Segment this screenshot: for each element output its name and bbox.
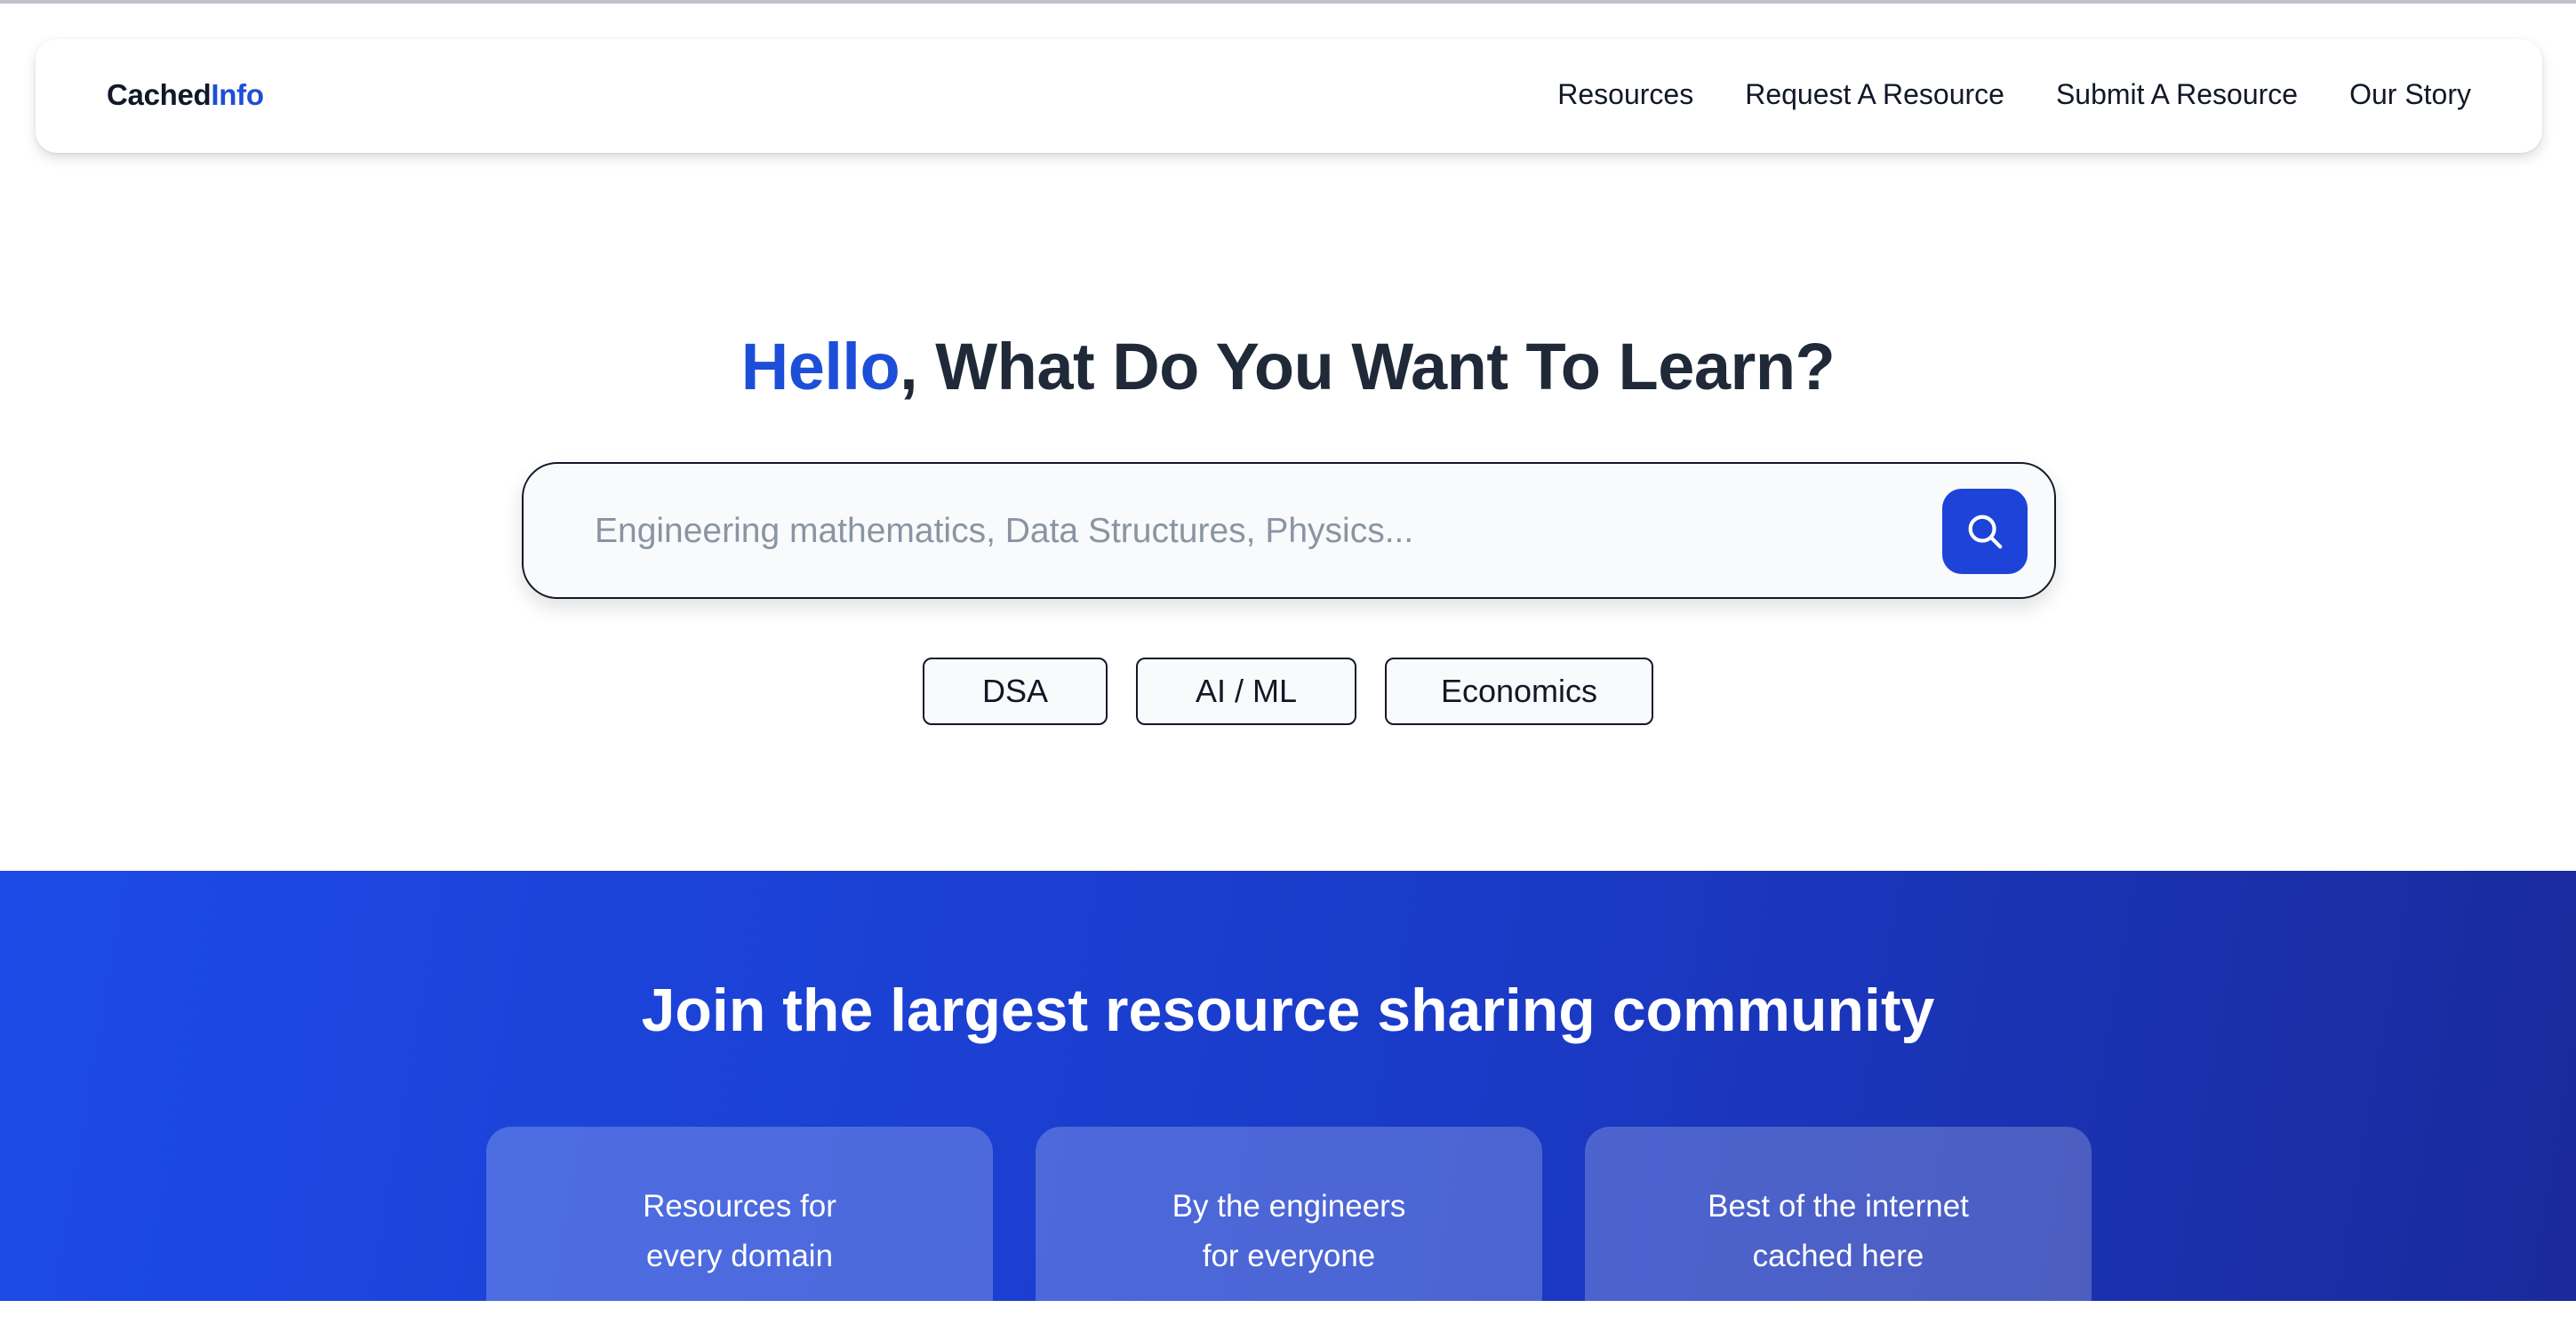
feature-card-line2: cached here xyxy=(1752,1239,1924,1273)
hero-title-rest: , What Do You Want To Learn? xyxy=(900,330,1836,403)
nav-link-request-resource[interactable]: Request A Resource xyxy=(1745,78,2004,111)
search-icon xyxy=(1968,514,2003,549)
nav-link-submit-resource[interactable]: Submit A Resource xyxy=(2056,78,2298,111)
nav-link-resources[interactable]: Resources xyxy=(1557,78,1693,111)
feature-cards: Resources for every domain By the engine… xyxy=(486,1127,2092,1340)
feature-card: Best of the internet cached here xyxy=(1585,1127,2092,1340)
chip-ai-ml[interactable]: AI / ML xyxy=(1136,658,1356,725)
nav-link-our-story[interactable]: Our Story xyxy=(2349,78,2471,111)
nav-links: Resources Request A Resource Submit A Re… xyxy=(1557,78,2471,111)
feature-card-line1: Best of the internet xyxy=(1708,1189,1969,1224)
feature-card-line2: every domain xyxy=(645,1239,834,1273)
window-top-border xyxy=(0,0,2576,4)
brand-logo[interactable]: CachedInfo xyxy=(107,78,264,112)
navbar: CachedInfo Resources Request A Resource … xyxy=(36,39,2542,153)
search-input[interactable] xyxy=(595,499,1884,563)
hero-title: Hello, What Do You Want To Learn? xyxy=(0,329,2576,404)
feature-card-line1: Resources for xyxy=(643,1189,836,1224)
feature-card: By the engineers for everyone xyxy=(1036,1127,1542,1340)
hero-title-highlight: Hello xyxy=(740,330,900,403)
search-bar xyxy=(522,462,2056,599)
feature-card-line1: By the engineers xyxy=(1172,1189,1406,1224)
chip-economics[interactable]: Economics xyxy=(1385,658,1653,725)
brand-name-part2: Info xyxy=(211,78,264,111)
community-banner: Join the largest resource sharing commun… xyxy=(0,871,2576,1340)
feature-card: Resources for every domain xyxy=(486,1127,993,1340)
chip-dsa[interactable]: DSA xyxy=(923,658,1108,725)
search-button[interactable] xyxy=(1942,489,2028,574)
brand-name-part1: Cached xyxy=(107,78,212,111)
feature-card-line2: for everyone xyxy=(1202,1239,1376,1273)
topic-chips: DSA AI / ML Economics xyxy=(0,658,2576,725)
community-title: Join the largest resource sharing commun… xyxy=(641,977,1935,1044)
